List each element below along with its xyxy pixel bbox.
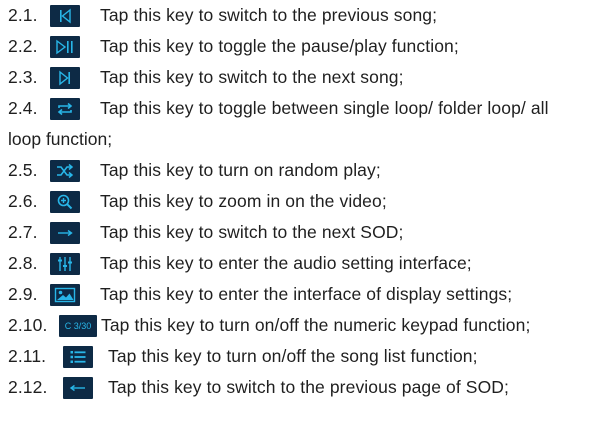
list-item: 2.7. Tap this key to switch to the next … <box>8 217 608 248</box>
item-text: Tap this key to turn on random play; <box>100 160 381 180</box>
item-text: Tap this key to turn on/off the numeric … <box>101 315 531 335</box>
keypad-icon-label: C 3/30 <box>64 321 92 331</box>
zoom-in-icon <box>50 191 80 213</box>
item-text: Tap this key to switch to the next song; <box>100 67 404 87</box>
list-item: 2.1. Tap this key to switch to the previ… <box>8 0 608 31</box>
item-number: 2.12. <box>8 377 48 397</box>
item-text: Tap this key to enter the interface of d… <box>100 284 513 304</box>
list-item: 2.2. Tap this key to toggle the pause/pl… <box>8 31 608 62</box>
previous-sod-page-icon <box>63 377 93 399</box>
item-number: 2.9. <box>8 284 38 304</box>
previous-song-icon <box>50 5 80 27</box>
list-item: 2.11. Tap this key to turn on/off the so… <box>8 341 608 372</box>
shuffle-icon <box>50 160 80 182</box>
list-item: 2.6. Tap this key to zoom in on the vide… <box>8 186 608 217</box>
item-text: Tap this key to switch to the previous s… <box>100 5 438 25</box>
item-text: Tap this key to turn on/off the song lis… <box>108 346 478 366</box>
item-number: 2.2. <box>8 36 38 56</box>
item-text: Tap this key to toggle between single lo… <box>100 98 549 118</box>
song-list-icon <box>63 346 93 368</box>
list-item: 2.10. C 3/30 Tap this key to turn on/off… <box>8 310 608 341</box>
item-number: 2.10. <box>8 315 48 335</box>
list-item: 2.4. Tap this key to toggle between sing… <box>8 93 608 124</box>
loop-icon <box>50 98 80 120</box>
item-text-continuation: loop function; <box>8 129 113 149</box>
list-item: 2.3. Tap this key to switch to the next … <box>8 62 608 93</box>
list-item: 2.5. Tap this key to turn on random play… <box>8 155 608 186</box>
item-text: Tap this key to enter the audio setting … <box>100 253 472 273</box>
item-number: 2.11. <box>8 346 47 366</box>
item-text: Tap this key to switch to the previous p… <box>108 377 509 397</box>
numeric-keypad-icon: C 3/30 <box>59 315 97 337</box>
item-number: 2.6. <box>8 191 38 211</box>
item-number: 2.3. <box>8 67 38 87</box>
item-text: Tap this key to switch to the next SOD; <box>100 222 404 242</box>
item-text: Tap this key to zoom in on the video; <box>100 191 387 211</box>
item-number: 2.7. <box>8 222 38 242</box>
instruction-list: 2.1. Tap this key to switch to the previ… <box>8 0 608 403</box>
item-number: 2.4. <box>8 98 38 118</box>
play-pause-icon <box>50 36 80 58</box>
list-item: 2.9. Tap this key to enter the interface… <box>8 279 608 310</box>
item-number: 2.8. <box>8 253 38 273</box>
item-number: 2.1. <box>8 5 38 25</box>
list-item: 2.12. Tap this key to switch to the prev… <box>8 372 608 403</box>
audio-settings-icon <box>50 253 80 275</box>
display-settings-icon <box>50 284 80 306</box>
item-text: Tap this key to toggle the pause/play fu… <box>100 36 459 56</box>
next-sod-icon <box>50 222 80 244</box>
next-song-icon <box>50 67 80 89</box>
list-item: 2.8. Tap this key to enter the audio set… <box>8 248 608 279</box>
item-number: 2.5. <box>8 160 38 180</box>
